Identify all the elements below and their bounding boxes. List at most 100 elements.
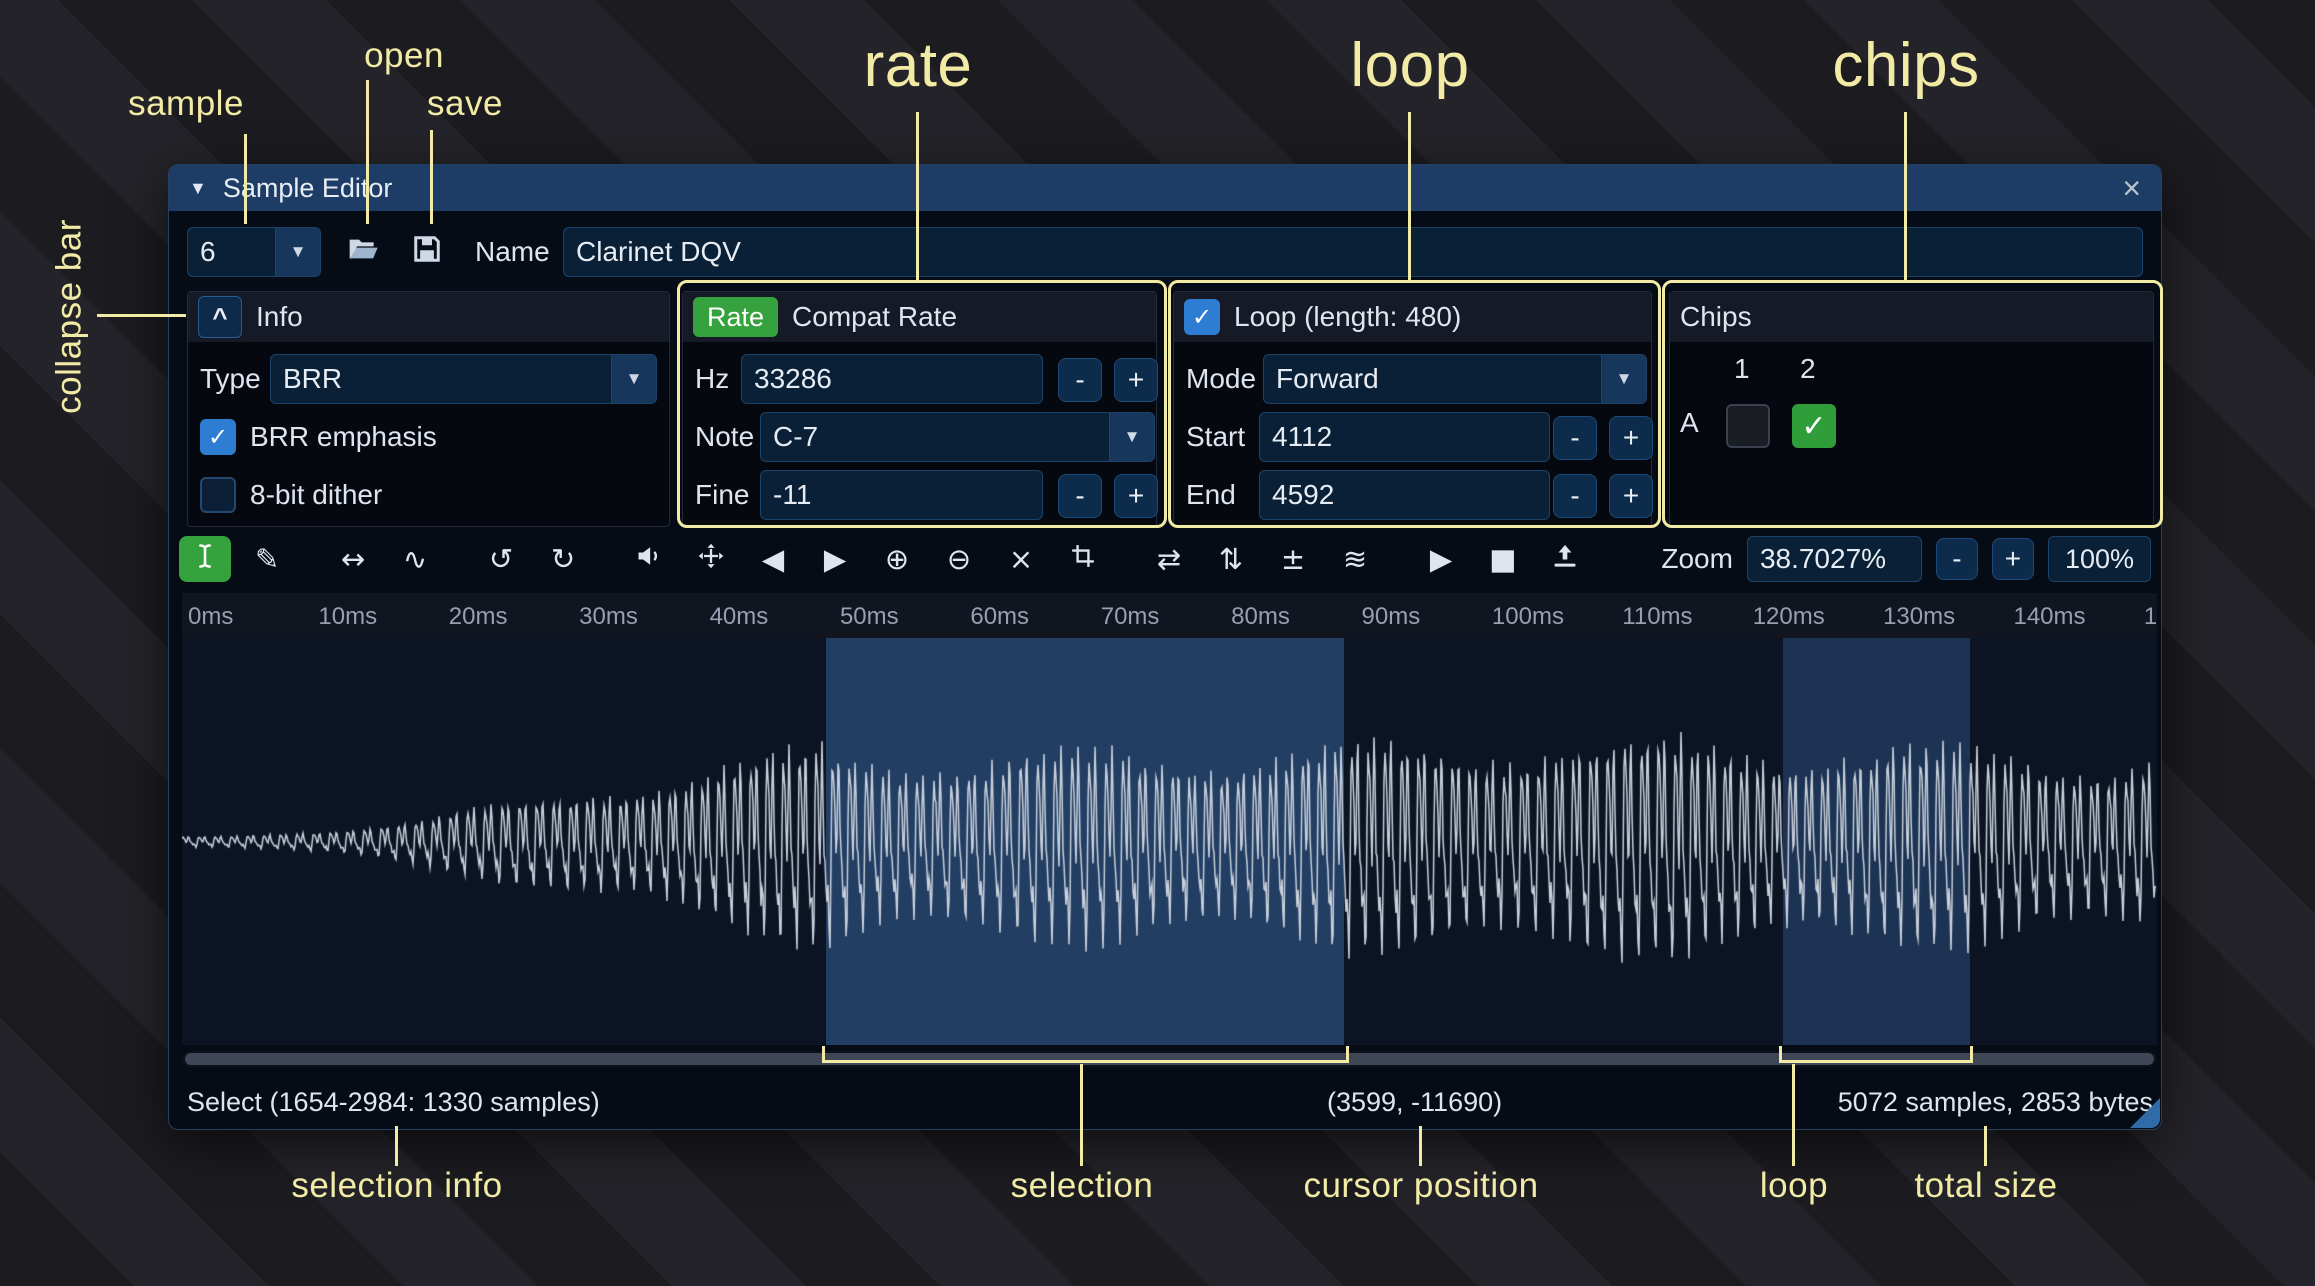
fade-out-button[interactable]: ▶ xyxy=(809,536,861,582)
loop-end-plus-button[interactable]: + xyxy=(1609,474,1653,518)
upload-button[interactable] xyxy=(1539,536,1591,582)
mode-label: Mode xyxy=(1186,354,1256,404)
wave-scrollbar[interactable] xyxy=(182,1051,2157,1067)
resize-button[interactable]: ↔ xyxy=(327,536,379,582)
ruler-tick: 140ms xyxy=(2007,593,2137,638)
zoom-out-button[interactable]: - xyxy=(1936,538,1978,580)
ruler-tick: 100ms xyxy=(1486,593,1616,638)
annotation-chips: chips xyxy=(1806,30,2006,101)
filter-button[interactable]: ≋ xyxy=(1329,536,1381,582)
close-button[interactable]: × xyxy=(2122,172,2141,204)
note-select[interactable]: C-7 ▼ xyxy=(760,412,1155,462)
insert-silence-icon: ⊕ xyxy=(885,542,909,576)
status-bar: Select (1654-2984: 1330 samples) (3599, … xyxy=(169,1077,2161,1129)
fade-in-button[interactable]: ◀ xyxy=(747,536,799,582)
annotation-total-size: total size xyxy=(1861,1166,2111,1206)
annotation-loop-bottom: loop xyxy=(1719,1166,1869,1206)
chips-panel: Chips 1 2 A ✓ xyxy=(1669,291,2154,527)
waveform-view[interactable] xyxy=(182,638,2157,1045)
ruler-tick: 0ms xyxy=(182,593,312,638)
save-sample-button[interactable] xyxy=(401,227,453,277)
redo-icon: ↻ xyxy=(551,542,575,576)
invert-icon: ⇅ xyxy=(1219,542,1243,576)
pencil-icon: ✎ xyxy=(255,542,279,576)
annotation-line xyxy=(395,1126,398,1166)
ruler[interactable]: 0ms10ms20ms30ms40ms50ms60ms70ms80ms90ms1… xyxy=(182,593,2157,639)
resample-icon: ∿ xyxy=(403,542,427,576)
ruler-tick: 80ms xyxy=(1225,593,1355,638)
annotation-loop: loop xyxy=(1310,30,1510,101)
ruler-tick: 90ms xyxy=(1356,593,1486,638)
undo-button[interactable]: ↺ xyxy=(475,536,527,582)
chip-col-2: 2 xyxy=(1800,352,1816,386)
annotation-line xyxy=(916,112,919,280)
sample-select[interactable]: 6 ▼ xyxy=(187,227,321,277)
brr-emphasis-label[interactable]: BRR emphasis xyxy=(250,412,437,462)
resample-button[interactable]: ∿ xyxy=(389,536,441,582)
fine-plus-button[interactable]: + xyxy=(1114,474,1158,518)
redo-button[interactable]: ↻ xyxy=(537,536,589,582)
preview-button[interactable]: ▶ xyxy=(1415,536,1467,582)
chevron-down-icon[interactable]: ▼ xyxy=(611,355,656,403)
chevron-down-icon[interactable]: ▼ xyxy=(275,228,320,276)
stop-icon: ■ xyxy=(1489,542,1516,576)
zoom-in-button[interactable]: + xyxy=(1992,538,2034,580)
stop-preview-button[interactable]: ■ xyxy=(1477,536,1529,582)
annotation-open: open xyxy=(344,36,464,76)
loop-mode-select[interactable]: Forward ▼ xyxy=(1263,354,1647,404)
ruler-tick: 130ms xyxy=(1877,593,2007,638)
loop-header: Loop (length: 480) xyxy=(1234,301,1461,333)
scrollbar-thumb[interactable] xyxy=(185,1053,2154,1065)
zoom-reset-button[interactable]: 100% xyxy=(2048,536,2151,582)
draw-tool-button[interactable]: ✎ xyxy=(241,536,293,582)
annotation-selection-info: selection info xyxy=(247,1166,547,1206)
loop-end-minus-button[interactable]: - xyxy=(1553,474,1597,518)
rate-button[interactable]: Rate xyxy=(693,297,778,337)
fine-minus-button[interactable]: - xyxy=(1058,474,1102,518)
type-label: Type xyxy=(200,354,261,404)
amplify-button[interactable] xyxy=(623,536,675,582)
rate-header: Compat Rate xyxy=(792,301,957,333)
annotation-line xyxy=(1419,1126,1422,1166)
type-select[interactable]: BRR ▼ xyxy=(270,354,657,404)
loop-start-plus-button[interactable]: + xyxy=(1609,416,1653,460)
brr-emphasis-checkbox[interactable]: ✓ xyxy=(200,419,236,455)
select-tool-button[interactable] xyxy=(179,536,231,582)
delete-icon: × xyxy=(1009,542,1033,576)
reverse-button[interactable]: ⇄ xyxy=(1143,536,1195,582)
trim-button[interactable] xyxy=(1057,536,1109,582)
delete-button[interactable]: × xyxy=(995,536,1047,582)
collapse-bar-button[interactable]: ^ xyxy=(198,296,242,338)
play-icon: ▶ xyxy=(1430,542,1452,576)
save-icon xyxy=(412,234,442,271)
chip-row-label: A xyxy=(1680,398,1699,448)
normalize-button[interactable] xyxy=(685,536,737,582)
resize-grip[interactable] xyxy=(2130,1098,2160,1128)
hz-plus-button[interactable]: + xyxy=(1114,358,1158,402)
loop-checkbox[interactable]: ✓ xyxy=(1184,299,1220,335)
chip-2-checkbox[interactable]: ✓ xyxy=(1792,404,1836,448)
loop-start-minus-button[interactable]: - xyxy=(1553,416,1597,460)
apply-silence-button[interactable]: ⊖ xyxy=(933,536,985,582)
dither-checkbox[interactable] xyxy=(200,477,236,513)
window-collapse-icon[interactable]: ▼ xyxy=(189,178,207,199)
insert-silence-button[interactable]: ⊕ xyxy=(871,536,923,582)
chevron-down-icon[interactable]: ▼ xyxy=(1601,355,1646,403)
annotation-collapse-bar: collapse bar xyxy=(50,192,85,442)
chip-1-checkbox[interactable] xyxy=(1726,404,1770,448)
invert-button[interactable]: ⇅ xyxy=(1205,536,1257,582)
ruler-tick: 10ms xyxy=(312,593,442,638)
chip-col-1: 1 xyxy=(1734,352,1750,386)
loop-panel: ✓ Loop (length: 480) Mode Forward ▼ Star… xyxy=(1173,291,1652,527)
waveform-canvas[interactable] xyxy=(182,638,2157,1045)
hz-minus-button[interactable]: - xyxy=(1058,358,1102,402)
page: ▼ Sample Editor × 6 ▼ Name Clarinet DQV … xyxy=(0,0,2315,1286)
chevron-down-icon[interactable]: ▼ xyxy=(1109,413,1154,461)
rate-panel: Rate Compat Rate Hz 33286 - + Note C-7 ▼… xyxy=(682,291,1157,527)
sign-button[interactable]: ± xyxy=(1267,536,1319,582)
open-sample-button[interactable] xyxy=(335,227,391,277)
zoom-input[interactable]: 38.7027% xyxy=(1747,536,1922,582)
dither-label[interactable]: 8-bit dither xyxy=(250,470,382,520)
titlebar[interactable]: ▼ Sample Editor × xyxy=(169,165,2161,211)
folder-open-icon xyxy=(347,233,379,272)
